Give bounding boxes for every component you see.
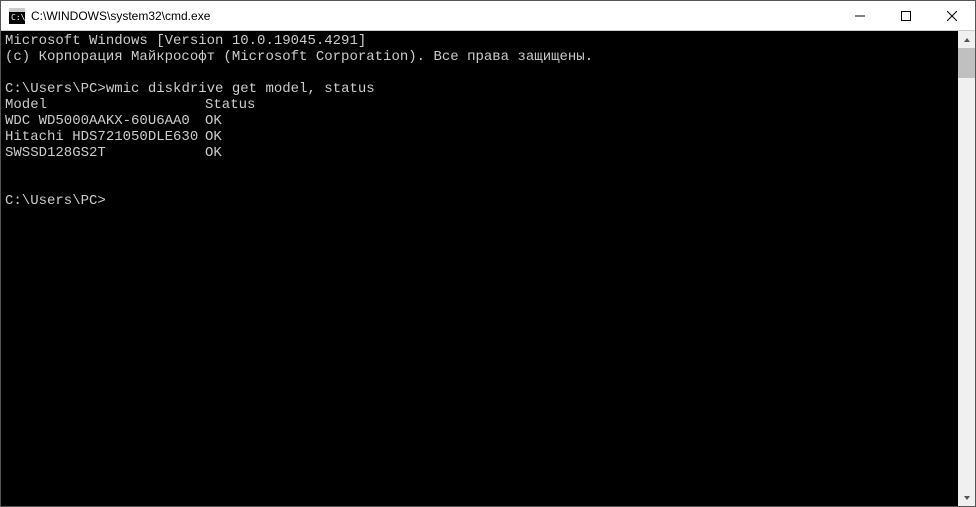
minimize-button[interactable] — [837, 1, 883, 30]
prompt-path: C:\Users\PC> — [5, 81, 106, 97]
table-cell-model: SWSSD128GS2T — [5, 145, 205, 161]
prompt-path: C:\Users\PC> — [5, 193, 106, 209]
table-cell-status: OK — [205, 129, 222, 145]
scroll-up-button[interactable] — [958, 31, 975, 48]
close-button[interactable] — [929, 1, 975, 30]
scroll-track[interactable] — [958, 48, 975, 489]
table-cell-model: Hitachi HDS721050DLE630 — [5, 129, 205, 145]
copyright-line: (c) Корпорация Майкрософт (Microsoft Cor… — [5, 49, 593, 65]
table-cell-status: OK — [205, 113, 222, 129]
table-cell-model: WDC WD5000AAKX-60U6AA0 — [5, 113, 205, 129]
scroll-down-button[interactable] — [958, 489, 975, 506]
cmd-icon: C:\ — [9, 8, 25, 24]
scroll-thumb[interactable] — [958, 48, 975, 78]
maximize-button[interactable] — [883, 1, 929, 30]
window-title: C:\WINDOWS\system32\cmd.exe — [31, 9, 837, 23]
svg-text:C:\: C:\ — [11, 13, 25, 22]
vertical-scrollbar[interactable] — [958, 31, 975, 506]
version-line: Microsoft Windows [Version 10.0.19045.42… — [5, 33, 366, 49]
command-text: wmic diskdrive get model, status — [106, 81, 375, 97]
table-header-status: Status — [205, 97, 255, 113]
table-cell-status: OK — [205, 145, 222, 161]
console-output[interactable]: Microsoft Windows [Version 10.0.19045.42… — [1, 31, 958, 506]
console-area: Microsoft Windows [Version 10.0.19045.42… — [1, 31, 975, 506]
window-controls — [837, 1, 975, 30]
window-titlebar[interactable]: C:\ C:\WINDOWS\system32\cmd.exe — [1, 1, 975, 31]
table-header-model: Model — [5, 97, 205, 113]
